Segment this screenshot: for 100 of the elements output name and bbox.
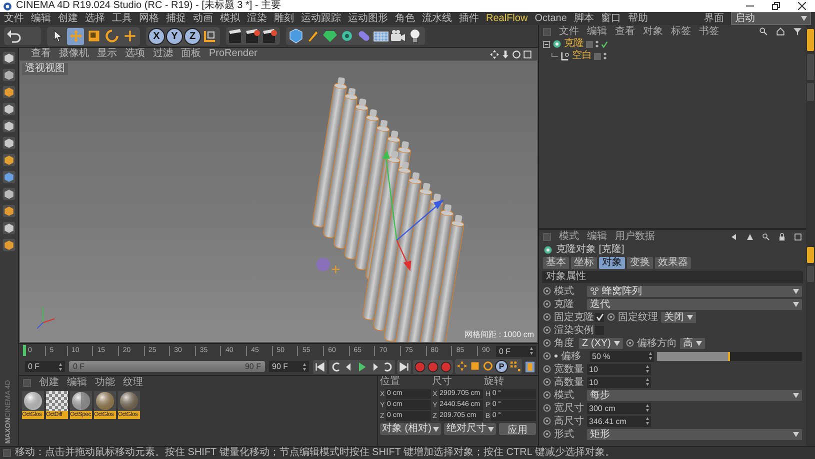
menu-item[interactable]: 渲染: [247, 12, 267, 25]
key-rotation-icon[interactable]: [482, 360, 494, 372]
dropdown[interactable]: 关闭: [661, 312, 696, 322]
menu-item[interactable]: 网格: [139, 12, 159, 25]
close-icon[interactable]: [798, 2, 806, 10]
checkbox[interactable]: [595, 312, 604, 322]
current-frame-field[interactable]: 0 F: [496, 346, 536, 356]
material-menu-item[interactable]: 编辑: [67, 376, 87, 389]
up-arrow-icon[interactable]: [746, 232, 754, 240]
menu-item[interactable]: 捕捉: [166, 12, 186, 25]
attribute-tab[interactable]: 基本: [543, 257, 569, 269]
menu-item[interactable]: 模拟: [220, 12, 240, 25]
search-icon[interactable]: [759, 27, 768, 36]
menu-item[interactable]: 流水线: [422, 12, 452, 25]
go-to-end-icon[interactable]: [398, 360, 410, 372]
key-scale-icon[interactable]: [469, 360, 481, 372]
undo-icon[interactable]: [6, 28, 22, 44]
orbit-icon[interactable]: [512, 50, 521, 58]
cube-mode-icon[interactable]: [2, 51, 16, 65]
visibility-dots-icon[interactable]: [603, 52, 607, 60]
coordinate-mode-dropdown[interactable]: 对象 (相对): [380, 423, 442, 435]
start-frame-field[interactable]: 0 F: [25, 361, 65, 372]
object-name[interactable]: 克隆: [564, 38, 584, 50]
render-view-icon[interactable]: [228, 28, 244, 44]
pen-icon[interactable]: [305, 28, 321, 44]
slider-fill[interactable]: [657, 352, 730, 360]
end-frame-field[interactable]: 90 F: [269, 361, 309, 372]
loop-back-icon[interactable]: [330, 360, 342, 372]
menu-item[interactable]: 插件: [459, 12, 479, 25]
dropdown[interactable]: 蜂窝阵列: [587, 286, 802, 296]
menu-item[interactable]: 运动图形: [348, 12, 388, 25]
lock-icon[interactable]: [778, 232, 786, 240]
object-menu-item[interactable]: 对象: [643, 25, 663, 38]
object-menu-item[interactable]: 编辑: [587, 25, 607, 38]
material-preview-icon[interactable]: [70, 391, 92, 411]
material-menu-item[interactable]: 创建: [39, 376, 59, 389]
menu-item[interactable]: 帮助: [628, 12, 648, 25]
attribute-menu-item[interactable]: 模式: [559, 230, 579, 243]
number-field[interactable]: 50 %: [590, 350, 654, 362]
maximize-icon[interactable]: [523, 50, 532, 58]
material-preview-icon[interactable]: [118, 391, 140, 411]
layout-dropdown[interactable]: 启动: [731, 12, 811, 25]
restore-icon[interactable]: [772, 2, 780, 10]
new-panel-icon[interactable]: [794, 232, 802, 240]
key-parameter-button[interactable]: P: [495, 360, 508, 373]
cube-icon[interactable]: [288, 28, 304, 44]
object-menu-item[interactable]: 查看: [615, 25, 635, 38]
menu-item[interactable]: 动画: [193, 12, 213, 25]
menu-item[interactable]: 创建: [58, 12, 78, 25]
material-preview-icon[interactable]: [94, 391, 116, 411]
keyframe-icon[interactable]: [607, 313, 615, 321]
viewport-menu-item[interactable]: 显示: [97, 48, 117, 60]
render-picture-icon[interactable]: [245, 28, 261, 44]
key-position-icon[interactable]: [456, 360, 468, 372]
coordinate-system-icon[interactable]: [202, 28, 218, 44]
pan-icon[interactable]: [490, 50, 499, 58]
timeline-icon[interactable]: [524, 360, 536, 374]
viewport-menu-item[interactable]: ProRender: [209, 48, 258, 60]
spinner-icon[interactable]: [303, 362, 306, 370]
material-menu-item[interactable]: 纹理: [123, 376, 143, 389]
menu-item[interactable]: 编辑: [31, 12, 51, 25]
spinner-icon[interactable]: [530, 347, 533, 355]
filter-icon[interactable]: [793, 27, 802, 36]
cloner-icon[interactable]: [552, 39, 562, 49]
attribute-tab[interactable]: 效果器: [655, 257, 691, 269]
home-icon[interactable]: [776, 27, 785, 36]
spinner-icon[interactable]: [646, 417, 649, 425]
viewport-menu-item[interactable]: 过滤: [153, 48, 173, 60]
apply-button[interactable]: 应用: [499, 423, 536, 435]
attribute-menu-item[interactable]: 用户数据: [615, 230, 655, 243]
menu-item[interactable]: 选择: [85, 12, 105, 25]
dropdown[interactable]: 每步: [587, 390, 802, 400]
search-icon[interactable]: [762, 232, 770, 240]
check-icon[interactable]: [601, 40, 608, 48]
slider-track[interactable]: [657, 352, 802, 360]
key-points-icon[interactable]: [509, 360, 521, 372]
menu-item[interactable]: 窗口: [600, 12, 621, 25]
material-menu-item[interactable]: 功能: [95, 376, 115, 389]
spinner-icon[interactable]: [646, 404, 649, 412]
menu-item[interactable]: Octane: [534, 12, 567, 25]
number-field[interactable]: 10: [587, 376, 651, 388]
menu-item[interactable]: 角色: [395, 12, 415, 25]
dropdown[interactable]: 高: [680, 338, 705, 348]
attribute-menu-item[interactable]: 编辑: [587, 230, 607, 243]
menu-item[interactable]: 脚本: [574, 12, 594, 25]
axis-lock-button[interactable]: Y: [166, 28, 183, 44]
collapse-icon[interactable]: [543, 40, 550, 48]
spinner-icon[interactable]: [646, 378, 649, 386]
back-arrow-icon[interactable]: [730, 232, 738, 240]
viewport-menu-item[interactable]: 面板: [181, 48, 201, 60]
go-to-start-icon[interactable]: [314, 360, 326, 372]
axis-gizmo-icon[interactable]: [382, 150, 444, 272]
spinner-icon[interactable]: [646, 365, 649, 373]
panel-grip[interactable]: [543, 28, 551, 36]
material-preview-icon[interactable]: [22, 391, 44, 411]
menu-item[interactable]: 雕刻: [274, 12, 294, 25]
menu-item[interactable]: RealFlow: [486, 12, 528, 25]
object-menu-item[interactable]: 标签: [671, 25, 691, 38]
menu-item[interactable]: 运动跟踪: [301, 12, 341, 25]
keyframe-icon[interactable]: [626, 339, 634, 347]
